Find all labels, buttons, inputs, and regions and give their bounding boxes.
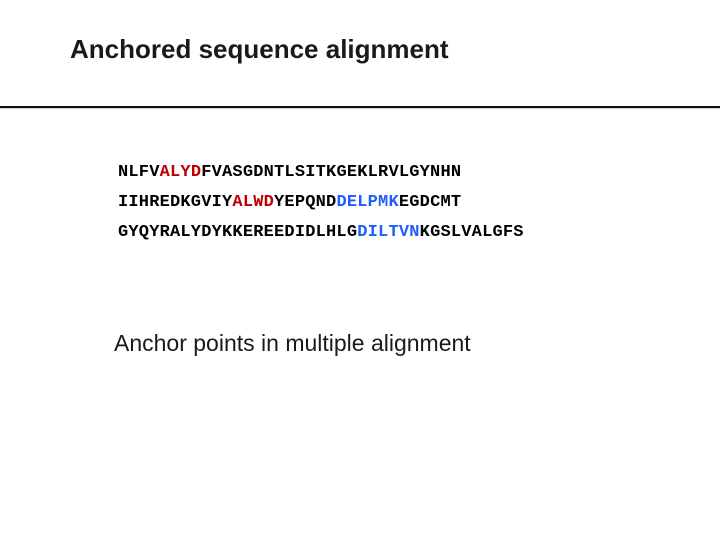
sequence-row: GYQYRALYDYKKEREEDIDLHLGDILTVNKGSLVALGFS [118,218,524,248]
seq-text: IIHREDKGVIY [118,193,232,212]
slide: Anchored sequence alignment NLFVALYDFVAS… [0,0,720,540]
sequence-block: NLFVALYDFVASGDNTLSITKGEKLRVLGYNHN IIHRED… [118,158,524,248]
subtitle-text: Anchor points in multiple alignment [114,330,471,357]
seq-text: FVASGDNTLSITKGEKLRVLGYNHN [201,163,461,182]
seq-text: KGSLVALGFS [420,223,524,242]
sequence-row: NLFVALYDFVASGDNTLSITKGEKLRVLGYNHN [118,158,524,188]
divider-shadow [0,108,720,109]
title-divider [0,106,720,109]
seq-highlight-red: ALWD [232,193,274,212]
seq-highlight-blue: DELPMK [336,193,398,212]
page-title: Anchored sequence alignment [70,34,650,65]
seq-highlight-red: ALYD [160,163,202,182]
seq-text: GYQYRALYDYKKEREEDIDLHLG [118,223,357,242]
seq-highlight-blue: DILTVN [357,223,419,242]
seq-text: NLFV [118,163,160,182]
seq-text: EGDCMT [399,193,461,212]
seq-text: YEPQND [274,193,336,212]
sequence-row: IIHREDKGVIYALWDYEPQNDDELPMKEGDCMT [118,188,524,218]
